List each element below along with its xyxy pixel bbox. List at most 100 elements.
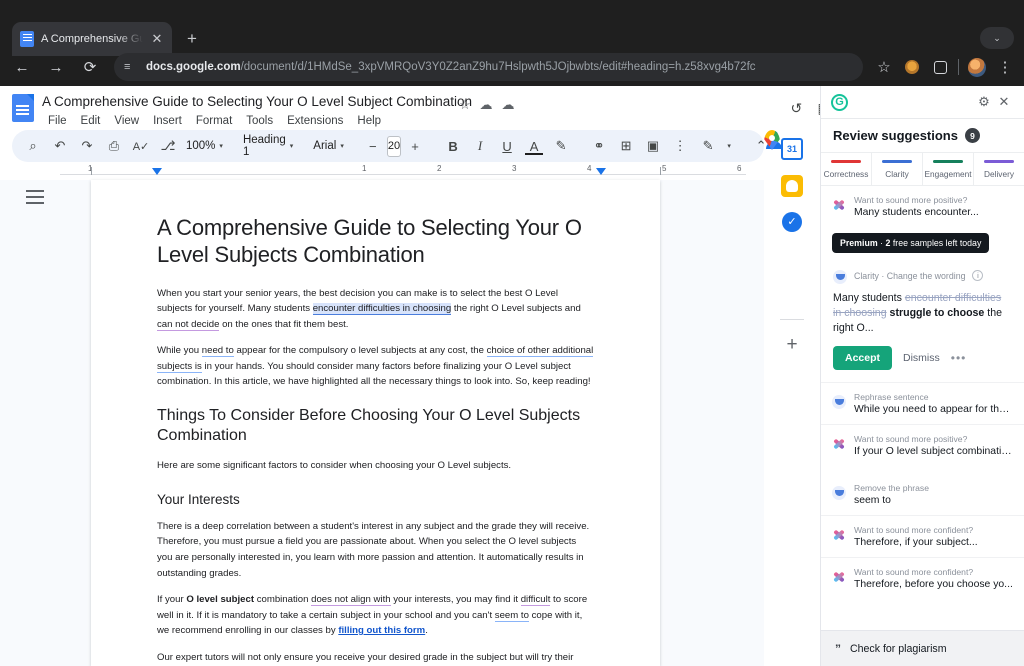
redo-icon[interactable]: ↷ [74, 133, 100, 159]
cloud-saved-icon[interactable]: ☁ [500, 97, 516, 113]
close-icon[interactable]: ✕ [150, 32, 164, 46]
font-size-input[interactable]: 20 [386, 135, 402, 157]
browser-menu-icon[interactable]: ⋮ [992, 54, 1018, 80]
review-suggestions-header: Review suggestions 9 [821, 119, 1024, 152]
url-text: docs.google.com/document/d/1HMdSe_3xpVMR… [146, 61, 756, 73]
gear-icon[interactable]: ⚙ [974, 92, 994, 112]
paragraph-3: Here are some significant factors to con… [157, 459, 512, 471]
move-to-folder-icon[interactable]: ☁ [478, 97, 494, 113]
clarity-icon [832, 486, 846, 501]
insert-link-icon[interactable]: ⚭ [586, 133, 612, 159]
text-color-button[interactable]: A [521, 133, 547, 159]
insert-image-icon[interactable]: ▣ [640, 133, 666, 159]
menu-view[interactable]: View [108, 114, 145, 128]
docs-toolbar: ⌕ ↶ ↷ ⎙ A✓ ⎇ 100% ▾ Heading 1 ▾ Arial ▾ … [12, 130, 767, 162]
menu-file[interactable]: File [42, 114, 73, 128]
suggestion-item[interactable]: Want to sound more positive? If your O l… [821, 424, 1024, 466]
chevron-down-icon: ▾ [289, 143, 294, 150]
document-link[interactable]: filling out this form [338, 625, 425, 636]
bookmark-star-icon[interactable]: ☆ [871, 54, 897, 80]
suggestion-item[interactable]: Remove the phrase seem to [821, 474, 1024, 515]
browser-actions: ☆ ⋮ [871, 54, 1024, 80]
google-keep-icon[interactable] [781, 175, 803, 197]
undo-icon[interactable]: ↶ [47, 133, 73, 159]
tab-engagement[interactable]: Engagement [922, 153, 973, 185]
back-icon[interactable]: ← [8, 53, 36, 81]
new-tab-button[interactable]: + [182, 29, 202, 49]
add-addon-button[interactable]: + [786, 335, 797, 354]
print-icon[interactable]: ⎙ [101, 133, 127, 159]
text-added: struggle to choose [886, 307, 985, 320]
suggestion-item[interactable]: Want to sound more confident? Therefore,… [821, 515, 1024, 557]
paint-format-icon[interactable]: ⎇ [155, 133, 181, 159]
increase-font-size-button[interactable]: + [402, 133, 428, 159]
tab-correctness[interactable]: Correctness [821, 153, 871, 185]
delivery-bar [984, 160, 1014, 163]
address-bar[interactable]: ≡ docs.google.com/document/d/1HMdSe_3xpV… [114, 53, 863, 81]
google-contacts-icon[interactable] [782, 247, 802, 267]
highlight-color-button[interactable]: ✎ [548, 133, 574, 159]
spellcheck-icon[interactable]: A✓ [128, 133, 154, 159]
search-icon[interactable]: ⌕ [20, 133, 46, 159]
window-menu-button[interactable]: ⌄ [980, 27, 1014, 49]
menu-insert[interactable]: Insert [147, 114, 188, 128]
grammarly-underline[interactable]: can not decide [157, 318, 220, 331]
grammarly-underline[interactable]: seem to [494, 609, 529, 622]
suggestion-item[interactable]: Rephrase sentence While you need to appe… [821, 383, 1024, 424]
underline-button[interactable]: U [494, 133, 520, 159]
reload-icon[interactable]: ⟳ [76, 53, 104, 81]
document-title[interactable]: A Comprehensive Guide to Selecting Your … [42, 94, 472, 109]
site-settings-icon[interactable]: ≡ [124, 60, 138, 74]
suggestion-kicker: Rephrase sentence [854, 392, 929, 403]
grammarly-highlight[interactable]: encounter difficulties in choosing [312, 303, 452, 316]
dismiss-button[interactable]: Dismiss [903, 352, 940, 364]
document-outline-toggle[interactable] [26, 190, 46, 206]
add-comment-icon[interactable]: ⊞ [613, 133, 639, 159]
more-options-icon[interactable]: ••• [951, 351, 967, 365]
grammarly-underline[interactable]: need to [201, 345, 234, 358]
document-ruler[interactable]: 1 1 2 3 4 5 6 [0, 164, 764, 180]
text-run: combination [254, 594, 312, 606]
more-options-icon[interactable]: ⋮ [667, 133, 693, 159]
accept-button[interactable]: Accept [833, 346, 893, 371]
extensions-puzzle-icon[interactable] [927, 54, 953, 80]
profile-avatar[interactable] [964, 54, 990, 80]
menu-help[interactable]: Help [351, 114, 387, 128]
google-maps-icon[interactable] [784, 282, 800, 304]
premium-banner[interactable]: Premium · 2 free samples left today [832, 233, 990, 253]
editing-mode-icon[interactable]: ✎ [695, 133, 721, 159]
left-indent-marker[interactable] [152, 168, 162, 175]
grammarly-underline[interactable]: difficult [520, 594, 551, 607]
info-icon[interactable]: i [972, 270, 984, 281]
suggestion-kicker: Want to sound more confident? [854, 525, 974, 536]
suggestion-item[interactable]: Want to sound more confident? Therefore,… [821, 557, 1024, 599]
tab-delivery[interactable]: Delivery [973, 153, 1024, 185]
check-plagiarism-row[interactable]: ” Check for plagiarism [821, 630, 1024, 666]
editing-mode-caret-icon[interactable]: ▾ [722, 133, 736, 159]
menu-format[interactable]: Format [190, 114, 238, 128]
suggestion-item-top[interactable]: Want to sound more positive? Many studen… [821, 186, 1024, 227]
right-indent-marker[interactable] [596, 168, 606, 175]
extension-avatar-icon[interactable] [899, 54, 925, 80]
forward-icon[interactable]: → [42, 53, 70, 81]
premium-banner-wrap: Premium · 2 free samples left today [821, 227, 1024, 261]
star-icon[interactable]: ☆ [457, 97, 473, 113]
menu-tools[interactable]: Tools [240, 114, 279, 128]
decrease-font-size-button[interactable]: − [360, 133, 386, 159]
document-page[interactable]: A Comprehensive Guide to Selecting Your … [91, 180, 660, 666]
paragraph-style-selector[interactable]: Heading 1 ▾ [239, 133, 297, 159]
google-tasks-icon[interactable] [782, 212, 802, 232]
tab-clarity[interactable]: Clarity [871, 153, 922, 185]
grammarly-underline[interactable]: does not align with [311, 594, 391, 607]
google-calendar-icon[interactable]: 31 [781, 138, 803, 160]
tab-title: A Comprehensive Guide to Se [41, 33, 143, 45]
version-history-icon[interactable]: ↺ [784, 94, 809, 122]
italic-button[interactable]: I [467, 133, 493, 159]
font-selector[interactable]: Arial ▾ [309, 133, 348, 159]
bold-button[interactable]: B [440, 133, 466, 159]
suggestion-text: Therefore, before you choose yo... [854, 579, 1013, 591]
menu-edit[interactable]: Edit [75, 114, 107, 128]
close-icon[interactable]: ✕ [994, 92, 1014, 112]
menu-extensions[interactable]: Extensions [281, 114, 349, 128]
zoom-selector[interactable]: 100% ▾ [182, 133, 227, 159]
